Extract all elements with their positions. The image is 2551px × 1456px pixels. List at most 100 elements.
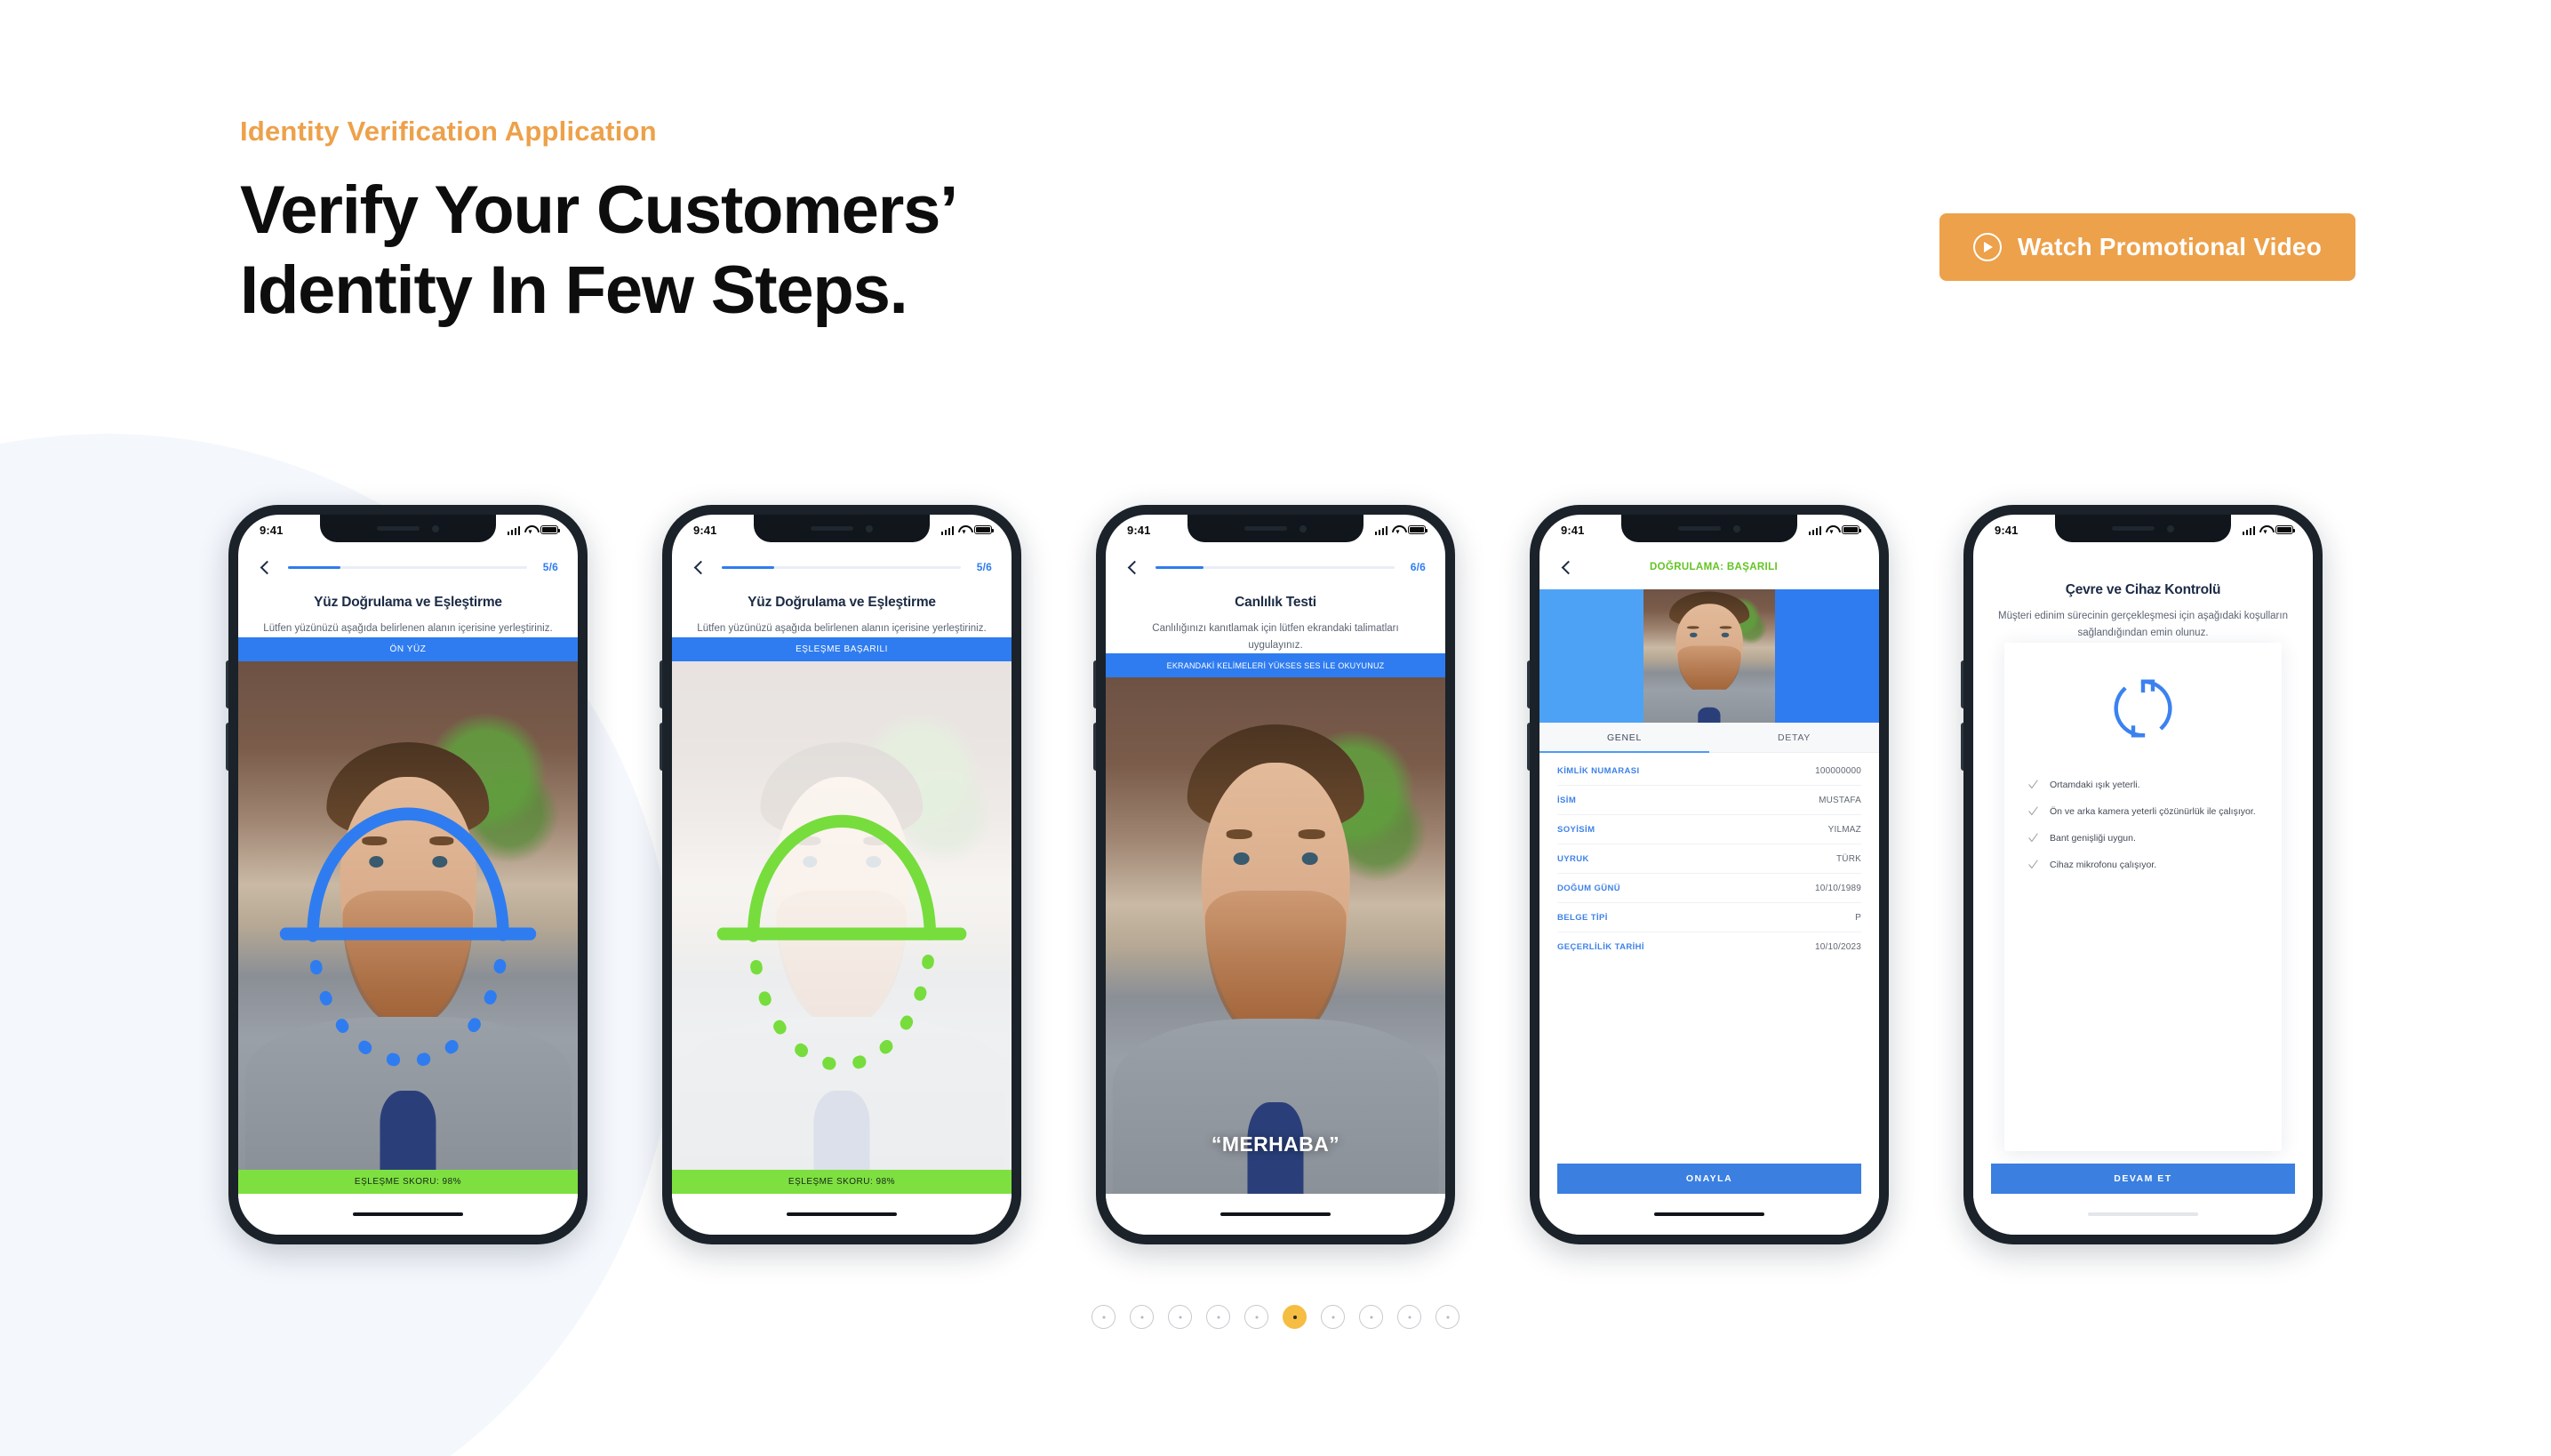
home-indicator-wrap-3 [1106, 1194, 1445, 1235]
verified-photo-crop [1643, 589, 1775, 723]
pagination-dot-7[interactable] [1321, 1305, 1345, 1329]
pagination-dot-9[interactable] [1397, 1305, 1421, 1329]
check-label: Ön ve arka kamera yeterli çözünürlük ile… [2050, 806, 2256, 818]
confirm-button[interactable]: ONAYLA [1557, 1164, 1861, 1194]
status-icons [2242, 525, 2296, 535]
battery-icon [2275, 525, 2296, 534]
status-bar-5: 9:41 [1973, 515, 2313, 545]
camera-preview-2 [672, 660, 1012, 1170]
tab-detay[interactable]: DETAY [1709, 723, 1879, 752]
status-bar-4: 9:41 [1539, 515, 1879, 545]
phone-5-screen: 9:41 Çevre ve Cihaz Kontrolü Müşteri edi… [1973, 515, 2313, 1235]
headline-line-2: Identity In Few Steps. [240, 252, 908, 328]
wifi-icon [524, 525, 536, 534]
device-check-body: Ortamdaki ışık yeterli. Ön ve arka kamer… [1973, 641, 2313, 1158]
back-chevron-icon[interactable] [1125, 560, 1140, 574]
status-time: 9:41 [1127, 523, 1151, 537]
status-time: 9:41 [260, 523, 284, 537]
back-chevron-icon[interactable] [258, 560, 272, 574]
status-icons [940, 525, 995, 535]
spoken-word-label: “MERHABA” [1211, 1132, 1340, 1156]
field-key: UYRUK [1557, 853, 1589, 864]
watch-promotional-video-button[interactable]: Watch Promotional Video [1939, 213, 2355, 281]
verification-status-badge: DOĞRULAMA: BAŞARILI [1650, 562, 1778, 572]
match-score-bar-2: EŞLEŞME SKORU: 98% [672, 1170, 1012, 1194]
cellular-signal-icon [1374, 525, 1387, 535]
step-progress-bar-2 [722, 565, 961, 569]
continue-button[interactable]: DEVAM ET [1991, 1164, 2295, 1194]
phone-3-screen: 9:41 6/6 Canlılık Testi Canlılığınızı ka… [1106, 515, 1445, 1235]
check-item: Bant genişliği uygun. [2027, 831, 2259, 846]
cellular-signal-icon [940, 525, 954, 535]
step-progress-bar-1 [288, 565, 527, 569]
eyebrow-left [1226, 829, 1253, 840]
home-indicator[interactable] [1654, 1212, 1764, 1216]
pagination-dot-10[interactable] [1435, 1305, 1459, 1329]
home-indicator[interactable] [353, 1212, 463, 1216]
phone-mockup-row: 9:41 5/6 Yüz Doğrulama ve Eşleştirme Lüt… [0, 505, 2551, 1305]
pagination-dot-2[interactable] [1130, 1305, 1154, 1329]
check-label: Cihaz mikrofonu çalışıyor. [2050, 860, 2157, 871]
pagination-dot-5[interactable] [1244, 1305, 1268, 1329]
field-row: KİMLİK NUMARASI 100000000 [1557, 756, 1861, 786]
screen-title-1: Yüz Doğrulama ve Eşleştirme [314, 595, 502, 610]
match-score-bar-1: EŞLEŞME SKORU: 98% [238, 1170, 578, 1194]
headline-line-1: Verify Your Customers’ [240, 172, 958, 248]
check-label: Bant genişliği uygun. [2050, 833, 2136, 844]
field-row: UYRUK TÜRK [1557, 844, 1861, 874]
home-indicator[interactable] [1220, 1212, 1331, 1216]
check-item: Ortamdaki ışık yeterli. [2027, 778, 2259, 793]
detail-tabs: GENEL DETAY [1539, 723, 1879, 753]
check-item: Ön ve arka kamera yeterli çözünürlük ile… [2027, 804, 2259, 820]
home-indicator-wrap-2 [672, 1194, 1012, 1235]
cellular-signal-icon [1808, 525, 1821, 535]
nav-row-4: DOĞRULAMA: BAŞARILI [1539, 545, 1879, 589]
pagination-dot-8[interactable] [1359, 1305, 1383, 1329]
home-indicator[interactable] [2088, 1212, 2198, 1216]
tab-genel[interactable]: GENEL [1539, 723, 1709, 753]
field-row: SOYİSİM YILMAZ [1557, 815, 1861, 844]
check-icon [2028, 806, 2038, 816]
wifi-icon [2259, 525, 2271, 534]
text-block-3: Canlılık Testi Canlılığınızı kanıtlamak … [1106, 589, 1445, 653]
phone-mockup-4: 9:41 DOĞRULAMA: BAŞARILI GENEL DETAY KİM… [1527, 505, 1889, 1244]
face-illustration [1668, 591, 1750, 696]
screen-subtitle-3: Canlılığınızı kanıtlamak için lütfen ekr… [1152, 623, 1399, 651]
battery-icon [1408, 525, 1428, 534]
phone-mockup-2: 9:41 5/6 Yüz Doğrulama ve Eşleştirme Lüt… [660, 505, 1021, 1244]
back-chevron-icon[interactable] [692, 560, 706, 574]
wifi-icon [1826, 525, 1837, 534]
pagination-dot-6[interactable] [1283, 1305, 1307, 1329]
back-chevron-icon[interactable] [1559, 560, 1573, 574]
status-bar-2: 9:41 [672, 515, 1012, 545]
status-icons [1808, 525, 1862, 535]
refresh-sync-icon [2114, 679, 2172, 738]
play-circle-icon [1972, 233, 2002, 261]
cellular-signal-icon [507, 525, 520, 535]
pagination-dot-4[interactable] [1206, 1305, 1230, 1329]
status-time: 9:41 [1561, 523, 1585, 537]
page-title: Verify Your Customers’ Identity In Few S… [240, 171, 1395, 330]
field-key: KİMLİK NUMARASI [1557, 765, 1640, 776]
field-key: DOĞUM GÜNÜ [1557, 883, 1621, 893]
field-key: GEÇERLİLİK TARİHİ [1557, 942, 1644, 952]
battery-icon [540, 525, 561, 534]
field-value: 100000000 [1815, 765, 1861, 776]
field-value: MUSTAFA [1819, 795, 1861, 805]
step-counter-1: 5/6 [542, 561, 558, 573]
torso [1643, 689, 1775, 723]
home-indicator[interactable] [787, 1212, 897, 1216]
status-bar-3: 9:41 [1106, 515, 1445, 545]
check-icon [2028, 833, 2038, 843]
eye-right [1721, 633, 1729, 637]
step-counter-3: 6/6 [1410, 561, 1426, 573]
pagination-dot-3[interactable] [1168, 1305, 1192, 1329]
field-value: 10/10/1989 [1814, 883, 1861, 893]
status-time: 9:41 [693, 523, 717, 537]
home-indicator-wrap-4 [1539, 1194, 1879, 1235]
pagination-dot-1[interactable] [1092, 1305, 1116, 1329]
text-block-1: Yüz Doğrulama ve Eşleştirme Lütfen yüzün… [238, 589, 578, 637]
field-key: BELGE TİPİ [1557, 912, 1608, 923]
text-block-5: Çevre ve Cihaz Kontrolü Müşteri edinim s… [1973, 577, 2313, 641]
status-icons [1374, 525, 1428, 535]
